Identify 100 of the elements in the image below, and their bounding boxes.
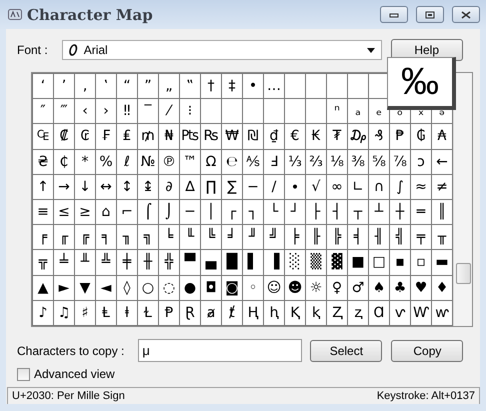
- character-cell[interactable]: ₭: [306, 124, 327, 150]
- character-cell[interactable]: “: [117, 74, 138, 100]
- character-cell[interactable]: ♪: [33, 300, 54, 326]
- character-cell[interactable]: ∩: [369, 174, 390, 200]
- character-cell[interactable]: ‼: [117, 99, 138, 124]
- character-cell[interactable]: ™: [180, 150, 201, 175]
- character-cell[interactable]: ₲: [411, 124, 432, 150]
- character-cell[interactable]: ‛: [96, 74, 117, 100]
- character-cell[interactable]: ┤: [327, 200, 348, 226]
- character-cell[interactable]: ╙: [180, 225, 201, 250]
- character-cell[interactable]: ∞: [327, 174, 348, 200]
- character-cell[interactable]: %: [96, 150, 117, 175]
- character-cell[interactable]: ∟: [348, 174, 369, 200]
- character-cell[interactable]: ⅞: [390, 150, 411, 175]
- character-cell[interactable]: ₩: [222, 124, 243, 150]
- character-cell[interactable]: ╘: [159, 225, 180, 250]
- character-cell[interactable]: ☼: [306, 276, 327, 301]
- character-cell[interactable]: ♣: [390, 276, 411, 301]
- character-cell[interactable]: ♠: [369, 276, 390, 301]
- character-cell[interactable]: ◊: [117, 276, 138, 301]
- character-cell[interactable]: ₨: [201, 124, 222, 150]
- character-cell[interactable]: ⌐: [117, 200, 138, 226]
- character-cell[interactable]: ₥: [138, 124, 159, 150]
- scrollbar[interactable]: [453, 73, 472, 326]
- character-cell[interactable]: ▄: [201, 250, 222, 276]
- character-cell[interactable]: ╤: [411, 225, 432, 250]
- character-cell[interactable]: ⅜: [348, 150, 369, 175]
- character-cell[interactable]: ₪: [243, 124, 264, 150]
- character-cell[interactable]: ╧: [54, 250, 75, 276]
- character-cell[interactable]: ℗: [159, 150, 180, 175]
- character-cell[interactable]: ₮: [327, 124, 348, 150]
- character-cell[interactable]: ↔: [96, 174, 117, 200]
- character-cell[interactable]: ‾: [138, 99, 159, 124]
- character-cell[interactable]: ≈: [411, 174, 432, 200]
- empty-cell[interactable]: [264, 99, 285, 124]
- character-cell[interactable]: ╦: [33, 250, 54, 276]
- character-cell[interactable]: ♫: [54, 300, 75, 326]
- character-cell[interactable]: ╚: [201, 225, 222, 250]
- character-cell[interactable]: ‚: [75, 74, 96, 100]
- character-cell[interactable]: ⅓: [285, 150, 306, 175]
- character-cell[interactable]: ∆: [180, 174, 201, 200]
- character-cell[interactable]: ℓ: [117, 150, 138, 175]
- empty-cell[interactable]: [306, 74, 327, 100]
- character-cell[interactable]: Ᵽ: [159, 300, 180, 326]
- character-cell[interactable]: ≤: [54, 200, 75, 226]
- character-cell[interactable]: Ⱬ: [327, 300, 348, 326]
- character-cell[interactable]: ╞: [285, 225, 306, 250]
- character-cell[interactable]: ╕: [96, 225, 117, 250]
- character-cell[interactable]: Ⱳ: [411, 300, 432, 326]
- character-cell[interactable]: ⱥ: [201, 300, 222, 326]
- character-cell[interactable]: ∕: [264, 174, 285, 200]
- character-cell[interactable]: ♯: [75, 300, 96, 326]
- character-cell[interactable]: ◌: [159, 276, 180, 301]
- character-cell[interactable]: ╨: [75, 250, 96, 276]
- character-cell[interactable]: ├: [306, 200, 327, 226]
- character-cell[interactable]: ↄ: [411, 150, 432, 175]
- character-cell[interactable]: ♂: [348, 276, 369, 301]
- character-cell[interactable]: Ⱨ: [243, 300, 264, 326]
- empty-cell[interactable]: [327, 74, 348, 100]
- empty-cell[interactable]: [222, 99, 243, 124]
- empty-cell[interactable]: [306, 99, 327, 124]
- character-cell[interactable]: ┼: [390, 200, 411, 226]
- character-cell[interactable]: ↓: [75, 174, 96, 200]
- character-cell[interactable]: ₱: [390, 124, 411, 150]
- character-cell[interactable]: ╒: [33, 225, 54, 250]
- select-button[interactable]: Select: [310, 340, 382, 362]
- character-cell[interactable]: Ɑ: [369, 300, 390, 326]
- character-cell[interactable]: ▐: [264, 250, 285, 276]
- character-cell[interactable]: ♀: [327, 276, 348, 301]
- character-cell[interactable]: ╖: [117, 225, 138, 250]
- character-cell[interactable]: ╗: [138, 225, 159, 250]
- character-cell[interactable]: ₦: [159, 124, 180, 150]
- maximize-button[interactable]: [416, 6, 444, 23]
- empty-cell[interactable]: [243, 99, 264, 124]
- character-cell[interactable]: Ɫ: [138, 300, 159, 326]
- character-cell[interactable]: ₢: [75, 124, 96, 150]
- character-cell[interactable]: ⁄: [159, 99, 180, 124]
- character-cell[interactable]: ⱡ: [117, 300, 138, 326]
- character-cell[interactable]: ₵: [54, 150, 75, 175]
- character-cell[interactable]: ═: [411, 200, 432, 226]
- character-cell[interactable]: Ɽ: [180, 300, 201, 326]
- character-cell[interactable]: ▓: [327, 250, 348, 276]
- character-cell[interactable]: ╓: [54, 225, 75, 250]
- character-cell[interactable]: „: [159, 74, 180, 100]
- character-cell[interactable]: ╛: [222, 225, 243, 250]
- character-cell[interactable]: ₴: [33, 150, 54, 175]
- character-cell[interactable]: ∙: [285, 174, 306, 200]
- character-cell[interactable]: ›: [96, 99, 117, 124]
- character-cell[interactable]: •: [243, 74, 264, 100]
- character-cell[interactable]: ₤: [117, 124, 138, 150]
- character-cell[interactable]: ☻: [285, 276, 306, 301]
- character-cell[interactable]: ₠: [33, 124, 54, 150]
- character-cell[interactable]: Ω: [201, 150, 222, 175]
- character-cell[interactable]: ∑: [222, 174, 243, 200]
- character-cell[interactable]: ─: [180, 200, 201, 226]
- character-cell[interactable]: *: [75, 150, 96, 175]
- character-cell[interactable]: ╣: [390, 225, 411, 250]
- empty-cell[interactable]: [348, 74, 369, 100]
- character-cell[interactable]: Ⱡ: [96, 300, 117, 326]
- character-cell[interactable]: ⱱ: [390, 300, 411, 326]
